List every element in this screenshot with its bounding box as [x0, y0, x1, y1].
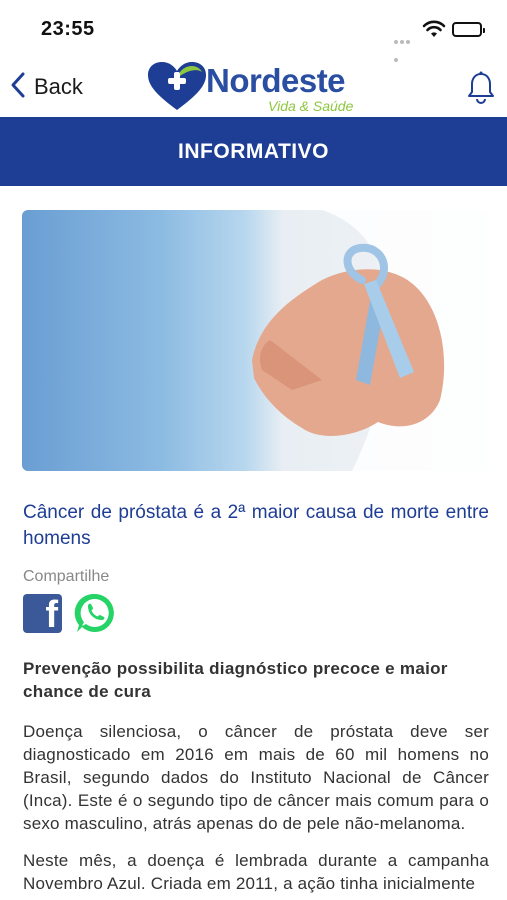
logo-text: Nordeste — [206, 62, 346, 99]
section-banner: INFORMATIVO — [0, 117, 507, 186]
nav-bar: Back Nordeste Vida & Saúde — [0, 58, 507, 116]
banner-title: INFORMATIVO — [178, 139, 329, 163]
whatsapp-share-button[interactable] — [74, 592, 116, 639]
back-button[interactable]: Back — [10, 70, 83, 104]
article-subtitle: Prevenção possibilita diagnóstico precoc… — [23, 659, 448, 701]
facebook-share-button[interactable]: f — [23, 594, 62, 633]
article-hero-image — [22, 210, 488, 471]
signal-icon — [394, 31, 416, 62]
wifi-icon — [422, 20, 446, 43]
share-label: Compartilhe — [23, 568, 110, 585]
back-label: Back — [34, 74, 83, 99]
article-paragraph: Neste mês, a doença é lembrada durante a… — [23, 851, 489, 893]
status-time: 23:55 — [41, 18, 95, 40]
status-bar: 23:55 — [0, 0, 507, 62]
whatsapp-icon — [74, 593, 114, 632]
logo-tagline: Vida & Saúde — [268, 98, 354, 114]
chevron-left-icon — [10, 71, 26, 104]
bell-icon[interactable] — [466, 70, 496, 109]
heart-cross-logo-icon — [148, 62, 206, 110]
article-paragraph: Doença silenciosa, o câncer de próstata … — [23, 722, 489, 833]
battery-icon — [452, 22, 485, 37]
facebook-icon: f — [45, 594, 58, 633]
app-logo: Nordeste Vida & Saúde — [146, 60, 366, 116]
article-title: Câncer de próstata é a 2ª maior causa de… — [23, 502, 489, 549]
